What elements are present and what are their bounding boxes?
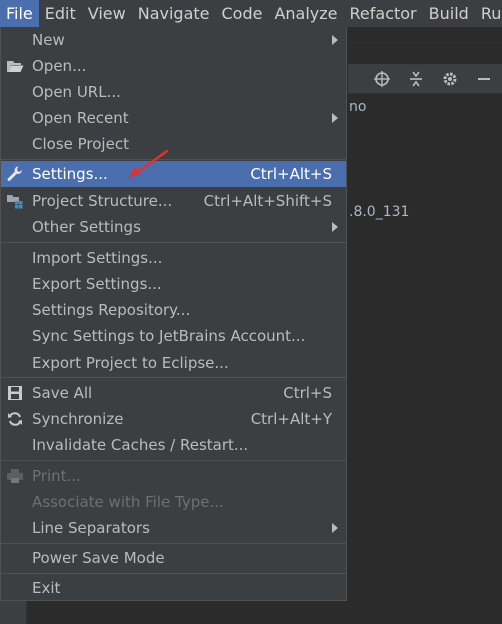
background-jdk-version: .8.0_131 (349, 204, 410, 220)
refresh-icon (6, 410, 24, 428)
menu-refactor[interactable]: Refactor (344, 0, 423, 27)
background-divider (348, 42, 502, 43)
menu-item-synchronize-shortcut: Ctrl+Alt+Y (250, 410, 332, 428)
menu-item-new-label: New (32, 31, 65, 49)
menu-view[interactable]: View (82, 0, 132, 27)
menu-item-other-settings[interactable]: Other Settings (1, 214, 346, 240)
menu-navigate[interactable]: Navigate (132, 0, 216, 27)
collapse-all-icon[interactable] (406, 69, 426, 89)
menu-run[interactable]: Ru (475, 0, 502, 27)
menu-separator (1, 242, 346, 243)
menu-file-label: File (6, 4, 33, 23)
menu-item-project-structure-label: Project Structure... (32, 192, 173, 210)
menu-item-save-all-label: Save All (32, 384, 93, 402)
folder-open-icon (6, 57, 24, 75)
minimize-icon[interactable] (474, 69, 494, 89)
menu-code-label: Code (221, 4, 263, 23)
menu-item-open-recent[interactable]: Open Recent (1, 105, 346, 131)
submenu-arrow-icon (332, 222, 338, 232)
printer-icon (6, 467, 24, 485)
menu-item-new[interactable]: New (1, 27, 346, 53)
menu-item-print: Print... (1, 463, 346, 489)
menu-item-open-url[interactable]: Open URL... (1, 79, 346, 105)
menu-item-export-eclipse-label: Export Project to Eclipse... (32, 354, 229, 372)
menu-item-print-label: Print... (32, 467, 81, 485)
menu-item-power-save-label: Power Save Mode (32, 549, 165, 567)
submenu-arrow-icon (332, 113, 338, 123)
menu-item-open-recent-label: Open Recent (32, 109, 129, 127)
menu-bar: File Edit View Navigate Code Analyze Ref… (0, 0, 502, 27)
menu-item-close-project[interactable]: Close Project (1, 131, 346, 157)
submenu-arrow-icon (332, 523, 338, 533)
menu-file[interactable]: File (0, 0, 39, 27)
menu-item-save-all[interactable]: Save All Ctrl+S (1, 380, 346, 406)
menu-run-label: Ru (480, 4, 502, 23)
menu-item-sync-settings-label: Sync Settings to JetBrains Account... (32, 327, 306, 345)
menu-item-import-settings[interactable]: Import Settings... (1, 245, 346, 271)
menu-item-other-settings-label: Other Settings (32, 218, 141, 236)
menu-item-close-project-label: Close Project (32, 135, 129, 153)
wrench-icon (6, 165, 24, 183)
menu-item-save-all-shortcut: Ctrl+S (283, 384, 332, 402)
menu-item-project-structure[interactable]: Project Structure... Ctrl+Alt+Shift+S (1, 188, 346, 214)
file-menu-dropdown: New Open... Open URL... Open Recent Clos… (0, 27, 347, 601)
menu-edit[interactable]: Edit (39, 0, 82, 27)
menu-item-project-structure-shortcut: Ctrl+Alt+Shift+S (203, 192, 332, 210)
menu-item-synchronize[interactable]: Synchronize Ctrl+Alt+Y (1, 406, 346, 432)
project-structure-icon (6, 192, 24, 210)
menu-item-exit[interactable]: Exit (1, 575, 346, 601)
menu-item-power-save-mode[interactable]: Power Save Mode (1, 545, 346, 571)
menu-item-open-url-label: Open URL... (32, 83, 121, 101)
menu-item-open[interactable]: Open... (1, 53, 346, 79)
menu-item-export-eclipse[interactable]: Export Project to Eclipse... (1, 350, 346, 376)
menu-build[interactable]: Build (423, 0, 475, 27)
project-panel-toolbar (348, 64, 502, 94)
menu-item-settings-label: Settings... (32, 165, 108, 183)
menu-refactor-label: Refactor (349, 4, 417, 23)
menu-item-sync-settings[interactable]: Sync Settings to JetBrains Account... (1, 323, 346, 349)
menu-item-settings-shortcut: Ctrl+Alt+S (250, 165, 332, 183)
menu-separator (1, 159, 346, 160)
background-text-top: no (349, 99, 367, 115)
menu-navigate-label: Navigate (137, 4, 210, 23)
annotation-arrow-icon (128, 149, 169, 178)
locate-icon[interactable] (372, 69, 392, 89)
submenu-arrow-icon (332, 35, 338, 45)
menu-analyze-label: Analyze (274, 4, 338, 23)
menu-item-line-separators[interactable]: Line Separators (1, 515, 346, 541)
menu-item-settings-repository-label: Settings Repository... (32, 301, 191, 319)
menu-item-synchronize-label: Synchronize (32, 410, 124, 428)
menu-item-open-label: Open... (32, 57, 87, 75)
menu-item-export-settings-label: Export Settings... (32, 275, 162, 293)
menu-item-line-separators-label: Line Separators (32, 519, 150, 537)
menu-separator (1, 573, 346, 574)
menu-item-associate-label: Associate with File Type... (32, 493, 224, 511)
menu-code[interactable]: Code (216, 0, 269, 27)
menu-item-associate-file-type: Associate with File Type... (1, 489, 346, 515)
save-icon (6, 384, 24, 402)
menu-item-export-settings[interactable]: Export Settings... (1, 271, 346, 297)
menu-item-exit-label: Exit (32, 579, 61, 597)
menu-item-settings-repository[interactable]: Settings Repository... (1, 297, 346, 323)
menu-separator (1, 543, 346, 544)
menu-separator (1, 460, 346, 461)
menu-item-invalidate-caches-label: Invalidate Caches / Restart... (32, 436, 249, 454)
menu-separator (1, 377, 346, 378)
menu-item-settings[interactable]: Settings... Ctrl+Alt+S (1, 161, 346, 187)
menu-view-label: View (87, 4, 126, 23)
gear-icon[interactable] (440, 69, 460, 89)
menu-item-import-settings-label: Import Settings... (32, 249, 163, 267)
menu-analyze[interactable]: Analyze (268, 0, 343, 27)
menu-edit-label: Edit (44, 4, 76, 23)
menu-build-label: Build (428, 4, 469, 23)
menu-item-invalidate-caches[interactable]: Invalidate Caches / Restart... (1, 432, 346, 458)
